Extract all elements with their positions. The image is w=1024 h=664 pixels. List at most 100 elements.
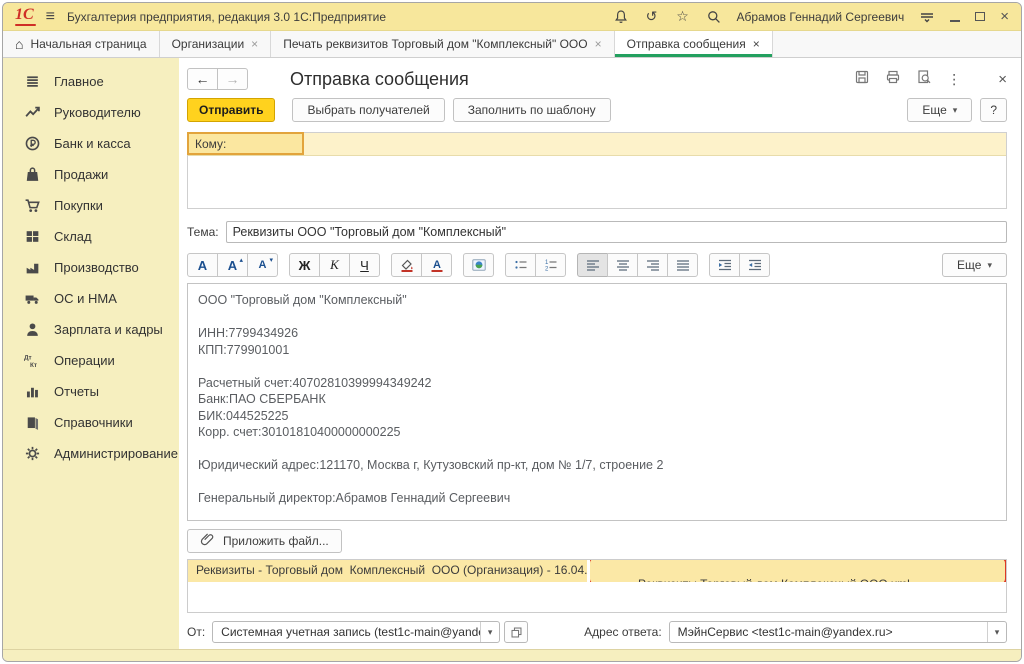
attachment-item-xml[interactable]: Реквизиты Торговый дом Комплексный ООО.x… — [590, 560, 1006, 582]
font-up-glyph: A — [228, 258, 237, 273]
current-user[interactable]: Абрамов Геннадий Сергеевич — [737, 10, 905, 24]
back-button[interactable]: ← — [187, 68, 218, 90]
message-body-editor[interactable]: ООО "Торговый дом "Комплексный" ИНН:7799… — [187, 283, 1007, 521]
tab-close-icon[interactable]: × — [753, 37, 760, 51]
service-menu-icon[interactable] — [919, 9, 935, 25]
tab-2[interactable]: Печать реквизитов Торговый дом "Комплекс… — [271, 31, 614, 57]
print-icon[interactable] — [885, 69, 901, 90]
indent-increase-button[interactable] — [709, 253, 740, 277]
manager-icon — [23, 104, 41, 121]
to-header-cell[interactable]: Кому: — [187, 132, 304, 155]
tab-1[interactable]: Организации× — [160, 31, 272, 57]
search-icon[interactable] — [706, 9, 722, 25]
warehouse-icon — [23, 228, 41, 245]
notifications-bell-icon[interactable] — [613, 9, 629, 25]
editor-more-button[interactable]: Еще▾ — [942, 253, 1007, 277]
font-size-up-button[interactable]: A▴ — [217, 253, 248, 277]
sidebar-item-production[interactable]: Производство — [3, 252, 179, 283]
forward-button[interactable]: → — [217, 68, 248, 90]
command-bar: Отправить Выбрать получателей Заполнить … — [187, 98, 1007, 122]
recipients-list-area[interactable] — [188, 155, 1006, 208]
svg-text:2: 2 — [545, 267, 549, 273]
align-justify-button[interactable] — [667, 253, 698, 277]
indent-decrease-button[interactable] — [739, 253, 770, 277]
reply-address-label: Адрес ответа: — [584, 625, 661, 639]
bullet-list-button[interactable] — [505, 253, 536, 277]
sales-icon — [23, 166, 41, 183]
background-color-button[interactable] — [391, 253, 422, 277]
numbered-list-button[interactable]: 12 — [535, 253, 566, 277]
sidebar-item-purchases[interactable]: Покупки — [3, 190, 179, 221]
reports-icon — [23, 383, 41, 400]
main-menu-icon[interactable]: ≡ — [46, 9, 55, 25]
chevron-down-icon: ▾ — [953, 105, 958, 116]
from-account-select[interactable]: Системная учетная запись (test1c-main@ya… — [212, 621, 500, 643]
form-close-icon[interactable]: × — [998, 71, 1007, 88]
text-color-button[interactable]: A — [421, 253, 452, 277]
help-button[interactable]: ? — [980, 98, 1007, 122]
svg-text:A: A — [433, 259, 441, 271]
italic-glyph: K — [330, 257, 339, 273]
main-panel: ← → Отправка сообщения ⋮ × — [179, 58, 1021, 649]
maximize-icon[interactable] — [975, 12, 985, 21]
recipients-header-row: Кому: — [188, 133, 1006, 155]
bold-button[interactable]: Ж — [289, 253, 320, 277]
form-nav-row: ← → Отправка сообщения ⋮ × — [187, 66, 1007, 92]
sidebar-item-operations[interactable]: ДтКтОперации — [3, 345, 179, 376]
home-icon: ⌂ — [15, 37, 23, 51]
open-account-button[interactable] — [504, 621, 528, 643]
tab-0[interactable]: ⌂ Начальная страница — [3, 31, 160, 57]
insert-image-button[interactable] — [463, 253, 494, 277]
sidebar: Главное Руководителю Банк и касса ПродажиПо… — [3, 58, 179, 649]
sidebar-item-main[interactable]: Главное — [3, 66, 179, 97]
sidebar-item-label: Банк и касса — [54, 136, 131, 151]
favorites-star-icon[interactable]: ☆ — [675, 9, 691, 25]
font-size-down-button[interactable]: A▾ — [247, 253, 278, 277]
font-button[interactable]: A — [187, 253, 218, 277]
fill-by-template-button[interactable]: Заполнить по шаблону — [453, 98, 611, 122]
tab-bar: ⌂ Начальная страница Организации×Печать ре… — [3, 31, 1021, 58]
reply-address-select[interactable]: МэйнСервис <test1c-main@yandex.ru> ▾ — [669, 621, 1007, 643]
italic-button[interactable]: K — [319, 253, 350, 277]
sidebar-item-assets[interactable]: ОС и НМА — [3, 283, 179, 314]
more-button[interactable]: Еще▾ — [907, 98, 972, 122]
sidebar-item-label: Склад — [54, 229, 92, 244]
tab-label: Начальная страница — [30, 37, 146, 51]
sidebar-item-label: Отчеты — [54, 384, 99, 399]
choose-recipients-button[interactable]: Выбрать получателей — [292, 98, 444, 122]
more-actions-icon[interactable]: ⋮ — [947, 71, 961, 88]
sidebar-item-admin[interactable]: Администрирование — [3, 438, 179, 469]
send-button[interactable]: Отправить — [187, 98, 275, 122]
attachment-item-print-form[interactable]: Реквизиты - Торговый дом Комплексный ООО… — [188, 560, 590, 582]
attachments-table: Реквизиты - Торговый дом Комплексный ООО… — [187, 559, 1007, 613]
chevron-down-icon[interactable]: ▾ — [480, 622, 499, 642]
minimize-icon[interactable] — [950, 20, 960, 22]
window-close-icon[interactable]: × — [1000, 9, 1009, 24]
attach-file-button[interactable]: Приложить файл... — [187, 529, 342, 553]
save-icon[interactable] — [854, 69, 870, 90]
sidebar-item-warehouse[interactable]: Склад — [3, 221, 179, 252]
align-center-button[interactable] — [607, 253, 638, 277]
align-left-button[interactable] — [577, 253, 608, 277]
sidebar-item-reports[interactable]: Отчеты — [3, 376, 179, 407]
tab-close-icon[interactable]: × — [251, 37, 258, 51]
sidebar-item-salary[interactable]: Зарплата и кадры — [3, 314, 179, 345]
editor-toolbar: A A▴ A▾ Ж K Ч A — [187, 253, 1007, 277]
tab-close-icon[interactable]: × — [595, 37, 602, 51]
sidebar-item-bank[interactable]: Банк и касса — [3, 128, 179, 159]
underline-button[interactable]: Ч — [349, 253, 380, 277]
history-icon[interactable]: ↺ — [644, 9, 660, 25]
align-right-button[interactable] — [637, 253, 668, 277]
sidebar-item-label: Руководителю — [54, 105, 141, 120]
tab-3[interactable]: Отправка сообщения× — [615, 31, 773, 57]
chevron-down-icon[interactable]: ▾ — [987, 622, 1006, 642]
status-strip — [3, 649, 1021, 661]
sidebar-item-label: Производство — [54, 260, 139, 275]
sidebar-item-references[interactable]: Справочники — [3, 407, 179, 438]
sidebar-item-sales[interactable]: Продажи — [3, 159, 179, 190]
attach-row: Приложить файл... — [187, 529, 1007, 553]
subject-input[interactable] — [226, 221, 1007, 243]
sidebar-item-label: Администрирование — [54, 446, 178, 461]
sidebar-item-manager[interactable]: Руководителю — [3, 97, 179, 128]
print-preview-icon[interactable] — [916, 69, 932, 90]
